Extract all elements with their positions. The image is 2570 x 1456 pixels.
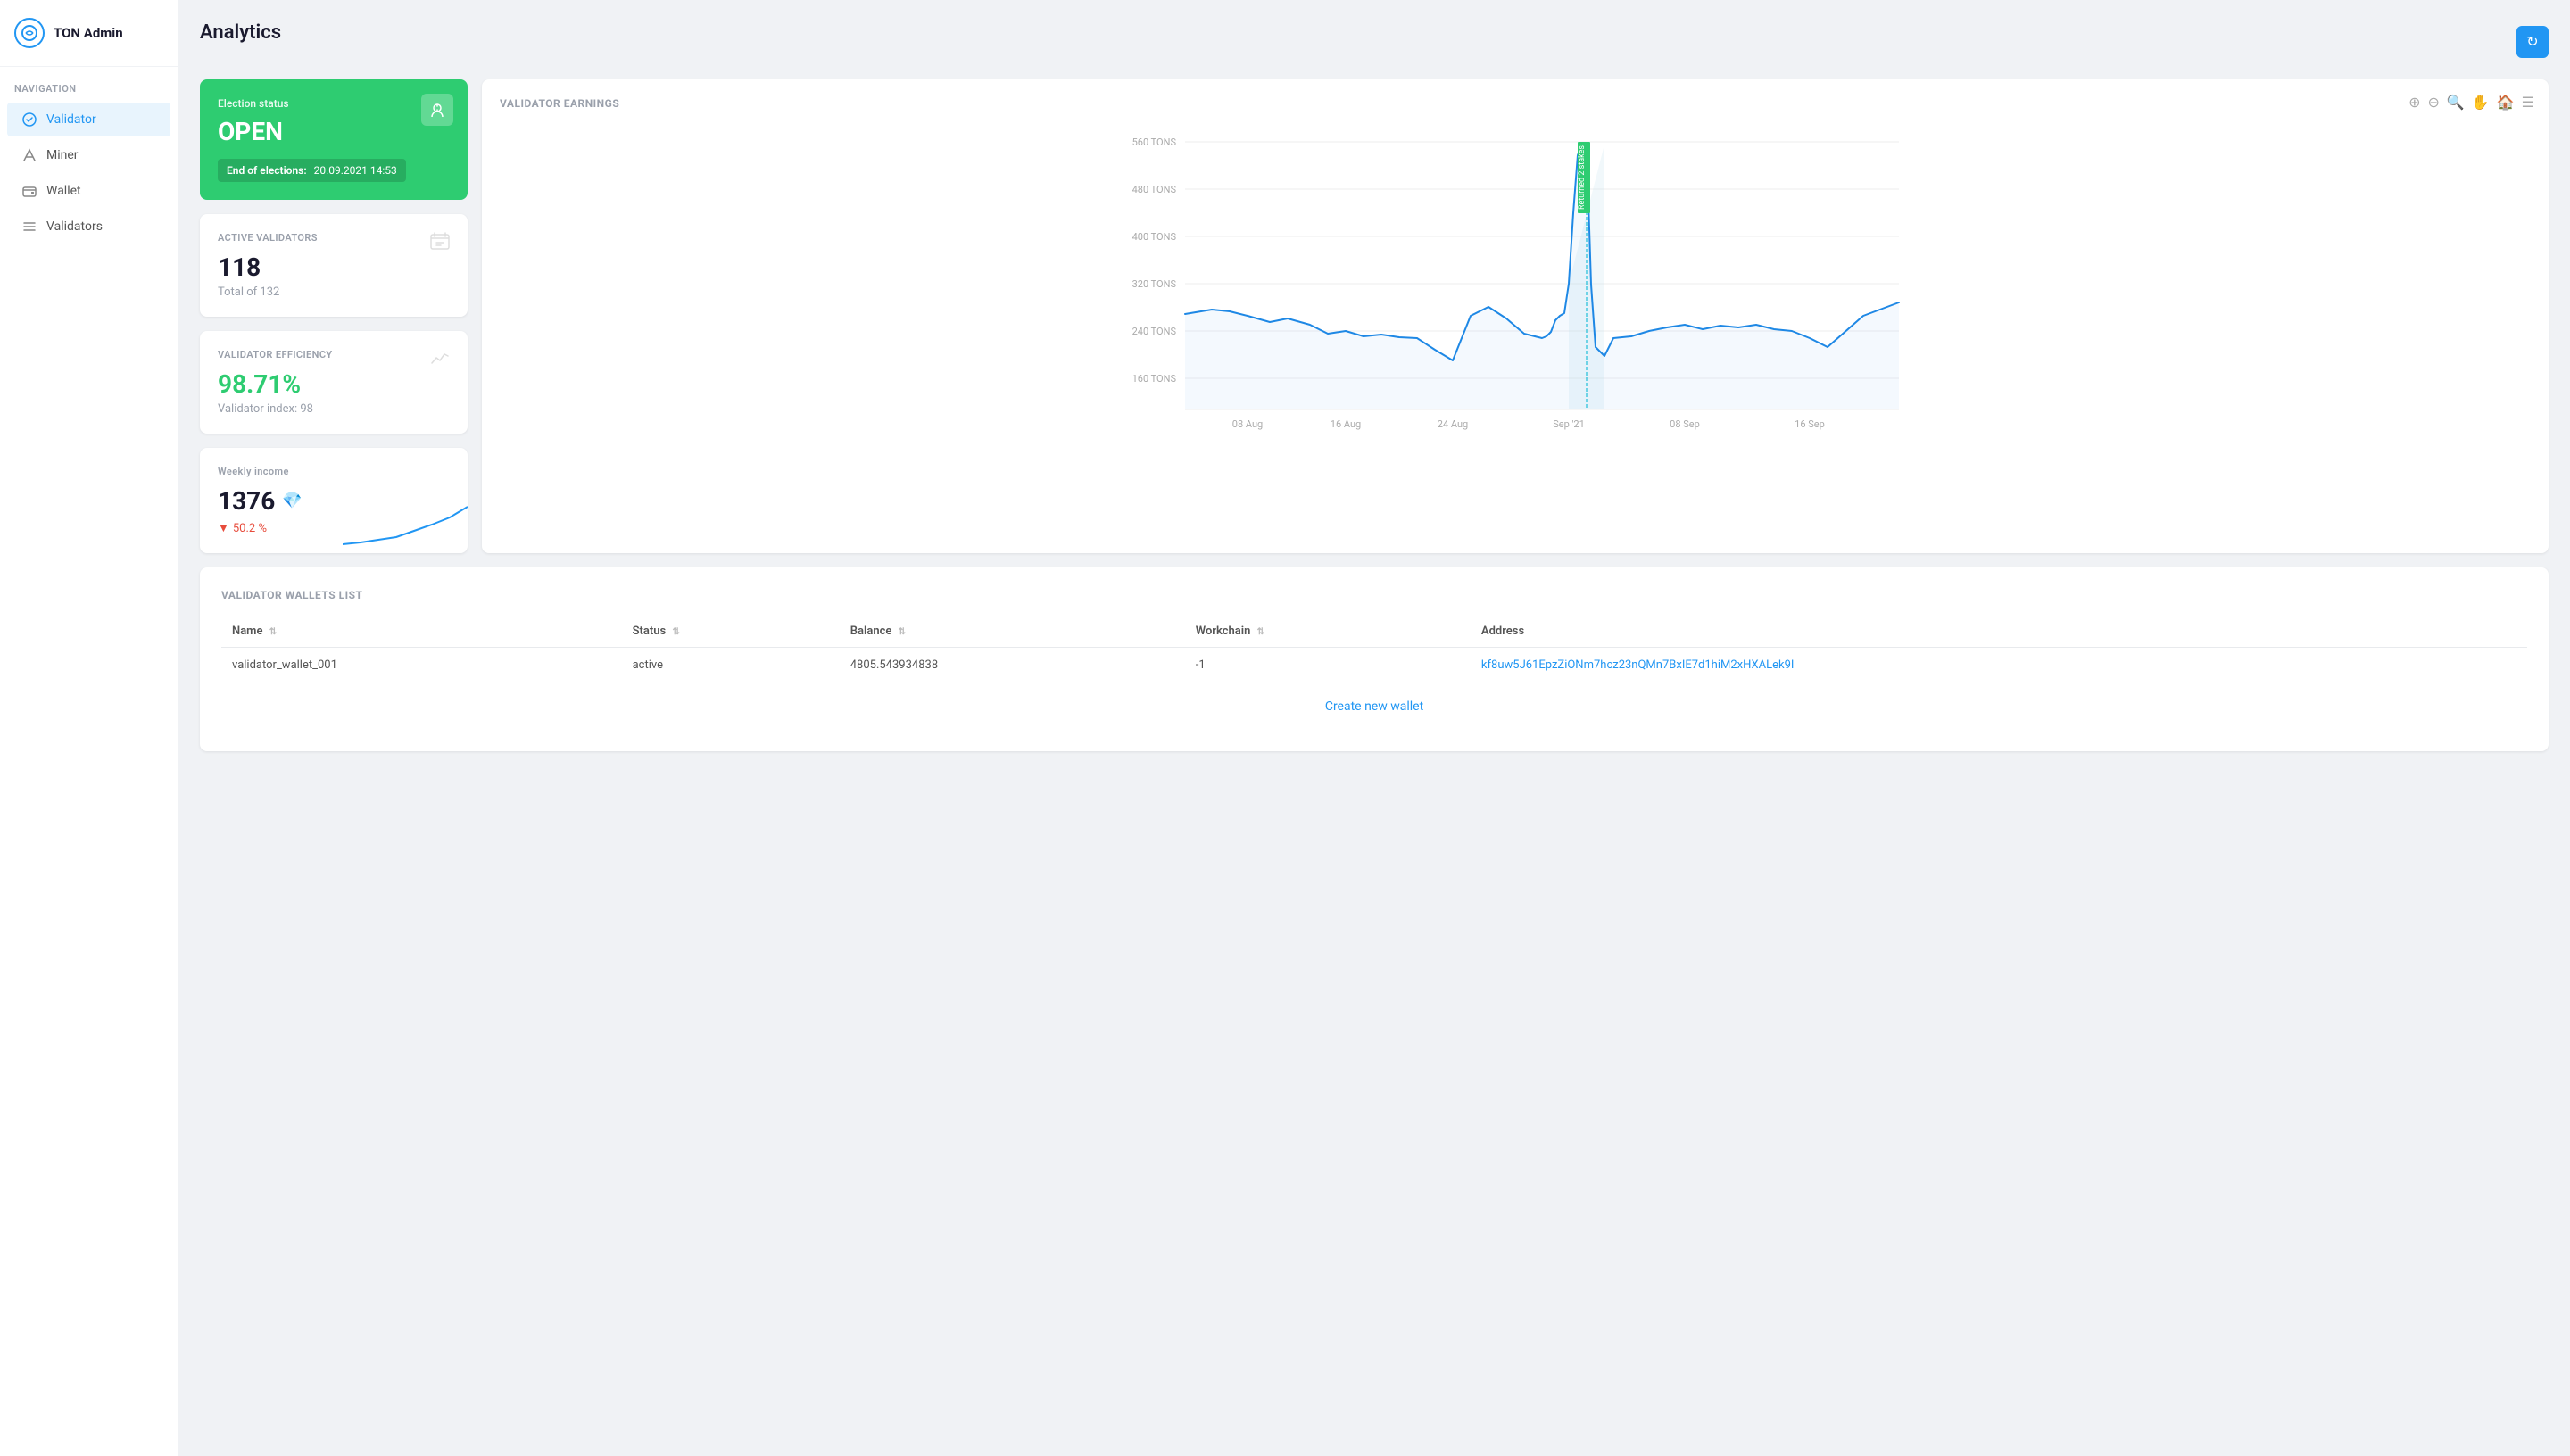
active-validators-icon [428, 230, 452, 259]
sidebar-item-validator-label: Validator [46, 112, 96, 127]
validator-icon [21, 112, 37, 128]
chart-controls: ⊕ ⊖ 🔍 ✋ 🏠 ☰ [2408, 94, 2534, 111]
main-content: Analytics ↻ Election status OPEN End of [178, 0, 2570, 1456]
wallet-icon [21, 183, 37, 199]
top-bar: Analytics ↻ [200, 21, 2549, 62]
table-row: validator_wallet_001 active 4805.5439348… [221, 648, 2527, 683]
sidebar-item-miner-label: Miner [46, 148, 79, 162]
column-name[interactable]: Name ⇅ [221, 616, 622, 648]
zoom-in-icon[interactable]: ⊕ [2408, 94, 2420, 111]
svg-text:16 Aug: 16 Aug [1331, 418, 1361, 430]
election-status: OPEN [218, 117, 450, 146]
row-workchain: -1 [1185, 648, 1471, 683]
row-status: active [622, 648, 840, 683]
svg-text:560 TONS: 560 TONS [1132, 136, 1177, 148]
sidebar-item-validators[interactable]: Validators [7, 210, 170, 244]
svg-text:08 Sep: 08 Sep [1670, 418, 1700, 430]
active-validators-label: ACTIVE VALIDATORS [218, 232, 450, 244]
miner-icon [21, 147, 37, 163]
row-address: kf8uw5J61EpzZiONm7hcz23nQMn7BxIE7d1hiM2x… [1471, 648, 2527, 683]
sidebar-item-wallet[interactable]: Wallet [7, 174, 170, 208]
election-card: Election status OPEN End of elections: 2… [200, 79, 468, 200]
zoom-out-icon[interactable]: ⊖ [2427, 94, 2439, 111]
svg-text:320 TONS: 320 TONS [1132, 278, 1177, 290]
column-status[interactable]: Status ⇅ [622, 616, 840, 648]
validator-efficiency-sub: Validator index: 98 [218, 402, 450, 416]
validator-efficiency-card: VALIDATOR EFFICIENCY 98.71% Validator in… [200, 331, 468, 434]
create-wallet-button[interactable]: Create new wallet [221, 683, 2527, 730]
election-end-time: End of elections: 20.09.2021 14:53 [218, 159, 406, 182]
top-row: Election status OPEN End of elections: 2… [200, 79, 2549, 553]
sidebar-item-miner[interactable]: Miner [7, 138, 170, 172]
sidebar-item-wallet-label: Wallet [46, 184, 81, 198]
active-validators-sub: Total of 132 [218, 285, 450, 299]
row-name: validator_wallet_001 [221, 648, 622, 683]
table-title: VALIDATOR WALLETS LIST [221, 589, 2527, 601]
sort-status-icon: ⇅ [672, 627, 679, 637]
row-balance: 4805.543934838 [840, 648, 1185, 683]
chart-area: 560 TONS 480 TONS 400 TONS 320 TONS 240 … [500, 124, 2531, 445]
validators-icon [21, 219, 37, 235]
menu-icon[interactable]: ☰ [2522, 94, 2534, 111]
sidebar-item-validators-label: Validators [46, 219, 103, 234]
weekly-income-change-value: 50.2 % [233, 522, 267, 535]
left-cards: Election status OPEN End of elections: 2… [200, 79, 468, 553]
down-arrow-icon: ▼ [218, 521, 229, 535]
svg-text:24 Aug: 24 Aug [1438, 418, 1468, 430]
svg-text:160 TONS: 160 TONS [1132, 373, 1177, 385]
validator-efficiency-value: 98.71% [218, 369, 450, 399]
svg-text:08 Aug: 08 Aug [1232, 418, 1263, 430]
refresh-icon: ↻ [2526, 33, 2538, 51]
logo-icon [14, 18, 45, 48]
column-balance[interactable]: Balance ⇅ [840, 616, 1185, 648]
weekly-mini-chart [343, 500, 468, 553]
app-logo: TON Admin [0, 0, 178, 67]
election-end-label: End of elections: [227, 164, 307, 177]
refresh-button[interactable]: ↻ [2516, 26, 2549, 58]
column-address: Address [1471, 616, 2527, 648]
svg-text:Returned 2 stakes: Returned 2 stakes [1578, 145, 1587, 210]
election-label: Election status [218, 97, 450, 110]
active-validators-value: 118 [218, 252, 450, 282]
sidebar: TON Admin NAVIGATION Validator Miner Wal… [0, 0, 178, 1456]
validator-wallets-table: Name ⇅ Status ⇅ Balance ⇅ Workchain ⇅ [221, 616, 2527, 683]
validator-efficiency-label: VALIDATOR EFFICIENCY [218, 349, 450, 360]
svg-text:240 TONS: 240 TONS [1132, 326, 1177, 337]
app-title: TON Admin [54, 25, 123, 41]
svg-text:16 Sep: 16 Sep [1795, 418, 1825, 430]
page-title: Analytics [200, 21, 281, 44]
weekly-income-value: 1376 [218, 486, 275, 516]
nav-label: NAVIGATION [0, 67, 178, 102]
sort-workchain-icon: ⇅ [1257, 627, 1264, 637]
home-icon[interactable]: 🏠 [2497, 94, 2515, 111]
table-header: Name ⇅ Status ⇅ Balance ⇅ Workchain ⇅ [221, 616, 2527, 648]
svg-text:Sep '21: Sep '21 [1553, 418, 1585, 430]
svg-text:400 TONS: 400 TONS [1132, 231, 1177, 243]
active-validators-card: ACTIVE VALIDATORS 118 Total of 132 [200, 214, 468, 317]
sort-name-icon: ⇅ [269, 627, 277, 637]
column-workchain[interactable]: Workchain ⇅ [1185, 616, 1471, 648]
sort-balance-icon: ⇅ [899, 627, 906, 637]
election-end-value: 20.09.2021 14:53 [314, 164, 397, 177]
weekly-income-card: Weekly income 1376 💎 ▼ 50.2 % [200, 448, 468, 553]
diamond-icon: 💎 [282, 492, 302, 510]
search-icon[interactable]: 🔍 [2447, 94, 2465, 111]
chart-svg: 560 TONS 480 TONS 400 TONS 320 TONS 240 … [500, 124, 2531, 445]
chart-title: VALIDATOR EARNINGS [500, 97, 2531, 110]
validator-earnings-panel: VALIDATOR EARNINGS ⊕ ⊖ 🔍 ✋ 🏠 ☰ [482, 79, 2549, 553]
validator-efficiency-icon [428, 347, 452, 376]
sidebar-item-validator[interactable]: Validator [7, 103, 170, 136]
validator-wallets-card: VALIDATOR WALLETS LIST Name ⇅ Status ⇅ B… [200, 567, 2549, 751]
address-link[interactable]: kf8uw5J61EpzZiONm7hcz23nQMn7BxIE7d1hiM2x… [1481, 658, 1795, 672]
weekly-income-label: Weekly income [218, 466, 450, 477]
pan-icon[interactable]: ✋ [2472, 94, 2490, 111]
svg-text:480 TONS: 480 TONS [1132, 184, 1177, 195]
table-body: validator_wallet_001 active 4805.5439348… [221, 648, 2527, 683]
